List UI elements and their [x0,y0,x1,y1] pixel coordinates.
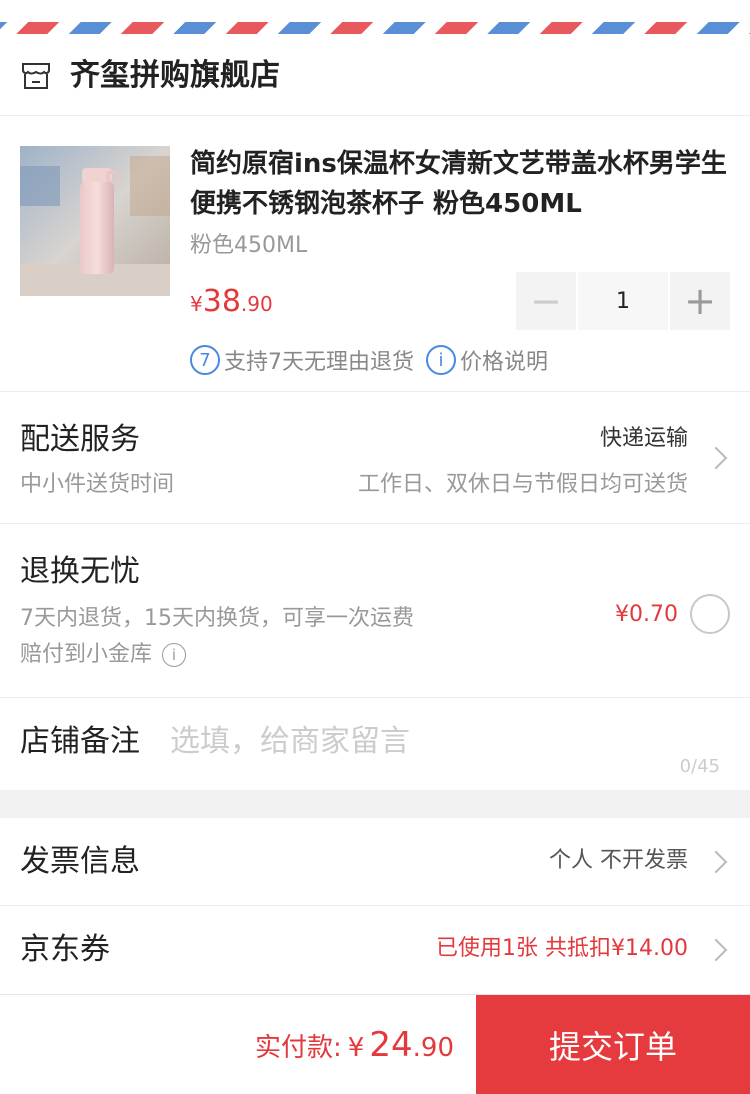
pay-symbol: ¥ [347,1033,365,1063]
invoice-value: 个人 不开发票 [549,848,688,873]
coupon-label: 京东券 [20,932,110,967]
info-icon[interactable]: i [162,643,187,667]
product-title[interactable]: 简约原宿ins保温杯女清新文艺带盖水杯男学生便携不锈钢泡茶杯子 粉色450ML [190,144,730,224]
jd-coupon-row[interactable]: 京东券 已使用1张 共抵扣¥14.00 [0,906,750,994]
price-explanation-link[interactable]: 价格说明 [460,344,548,376]
coupon-value: 已使用1张 共抵扣¥14.00 [436,936,688,961]
delivery-time-value: 工作日、双休日与节假日均可送货 [357,472,688,497]
seven-day-return-icon: 7 [190,345,220,375]
shop-name[interactable]: 齐玺拼购旗舰店 [70,56,280,96]
delivery-service-row[interactable]: 配送服务 快递运输 中小件送货时间 工作日、双休日与节假日均可送货 [0,392,750,524]
return-policy-link[interactable]: 支持7天无理由退货 [224,344,414,376]
returns-desc-line1: 7天内退货，15天内换货，可享一次运费 [20,606,414,631]
submit-order-button[interactable]: 提交订单 [476,995,750,1094]
pay-label: 实付款: [254,1033,342,1063]
pay-decimal: .90 [412,1033,454,1063]
returns-fee: ¥0.70 [615,602,678,627]
delivery-title: 配送服务 [20,422,140,457]
chevron-right-icon [704,938,728,962]
product-spec: 粉色450ML [190,233,308,258]
returns-title: 退换无忧 [20,554,140,589]
product-thumbnail[interactable] [20,146,170,296]
price-integer: 38 [202,284,241,319]
total-payment: 实付款: ¥ 24.90 [255,1025,454,1071]
price-symbol: ¥ [190,292,203,316]
store-icon [22,63,50,89]
chevron-right-icon [704,446,728,470]
invoice-row[interactable]: 发票信息 个人 不开发票 [0,818,750,906]
returns-select-radio[interactable] [690,594,730,634]
decrease-button[interactable]: − [516,272,576,330]
delivery-time-label: 中小件送货时间 [20,472,175,497]
airmail-stripe-border [0,0,750,40]
product-policies: 7 支持7天无理由退货 i 价格说明 [190,344,548,376]
info-icon: i [426,345,456,375]
increase-button[interactable]: + [670,272,730,330]
shop-header[interactable]: 齐玺拼购旗舰店 [0,40,750,116]
invoice-label: 发票信息 [20,844,140,879]
pay-integer: 24 [369,1025,413,1065]
returns-desc-line2: 赔付到小金库 i [20,640,187,670]
product-card: 简约原宿ins保温杯女清新文艺带盖水杯男学生便携不锈钢泡茶杯子 粉色450ML … [0,116,750,392]
quantity-input[interactable]: 1 [578,272,668,330]
note-label: 店铺备注 [20,724,140,759]
returns-desc-text: 赔付到小金库 [20,642,153,667]
checkout-bar: 实付款: ¥ 24.90 提交订单 [0,994,750,1094]
delivery-method: 快递运输 [599,426,688,451]
worry-free-return-row: 退换无忧 7天内退货，15天内换货，可享一次运费 赔付到小金库 i ¥0.70 [0,524,750,698]
note-input[interactable]: 选填，给商家留言 [170,722,410,762]
chevron-right-icon [704,850,728,874]
quantity-stepper: − 1 + [516,272,730,330]
price-decimal: .90 [240,292,273,316]
note-counter: 0/45 [679,756,720,777]
shop-note-row: 店铺备注 选填，给商家留言 0/45 [0,698,750,790]
product-price: ¥38.90 [190,284,273,324]
